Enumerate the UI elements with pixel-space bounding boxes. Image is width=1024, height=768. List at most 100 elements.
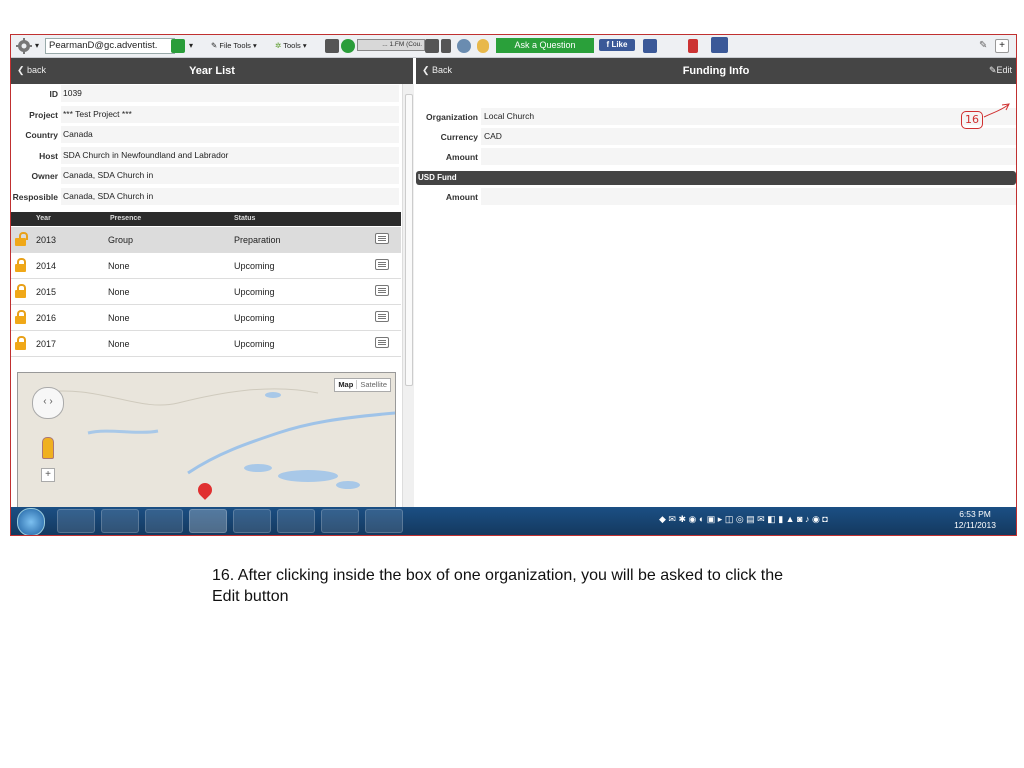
firefox-icon[interactable] [189,509,227,533]
status-cell: Preparation [234,235,281,245]
trash-icon[interactable] [688,39,698,53]
facebook-notify-icon[interactable] [711,37,728,53]
year-cell: 2015 [36,287,57,297]
year-cell: 2016 [36,313,57,323]
details-icon[interactable] [375,285,389,296]
zoom-in-button[interactable]: + [41,468,55,482]
weather-icon[interactable] [457,39,471,53]
field-value: Canada [61,126,399,143]
notes-icon[interactable] [145,509,183,533]
wrench-icon[interactable]: ✎ [979,38,987,54]
year-list-scrollbar[interactable] [402,84,414,507]
tools-menu[interactable]: ✲ Tools ▾ [275,38,307,54]
year-row[interactable]: 2015 None Upcoming [11,279,401,305]
street-view-icon[interactable] [42,437,54,459]
field-label: Host [39,150,58,161]
field-label: Project [29,109,58,120]
year-row[interactable]: 2013 Group Preparation [11,227,401,253]
edit-button[interactable]: ✎Edit [989,65,1012,76]
funding-info-header: ❮ Back Funding Info ✎Edit [416,58,1016,84]
powerpoint-icon[interactable] [365,509,403,533]
gear-icon[interactable] [15,37,33,54]
usd-fund-section-header: USD Fund [416,171,1016,185]
details-icon[interactable] [375,311,389,322]
play-icon[interactable] [341,39,355,53]
field-row: Amount [416,187,1016,206]
field-value: Canada, SDA Church in [61,167,399,184]
field-value: *** Test Project *** [61,105,399,123]
browser-toolbar: ▾ PearmanD@gc.adventist. ▾ ✎ File Tools … [11,35,1016,58]
currency-field[interactable]: CAD [481,128,1016,145]
volume-icon[interactable] [425,39,439,53]
map-type-satellite[interactable]: Satellite [356,380,390,389]
radio-station-field[interactable]: ... 1.FM (Cou. [357,39,425,51]
field-value: 1039 [61,85,399,102]
field-row: Amount [416,147,1016,166]
field-row: ID 1039 [11,84,401,105]
year-row[interactable]: 2017 None Upcoming [11,331,401,357]
column-header-status: Status [234,215,256,222]
outlook-icon[interactable] [101,509,139,533]
lock-icon [15,310,26,324]
field-label: Country [25,130,58,140]
field-row: Owner Canada, SDA Church in [11,166,401,187]
internet-explorer-icon[interactable] [233,509,271,533]
amount-field[interactable] [481,148,1016,165]
radio-icon[interactable] [325,39,339,53]
location-map[interactable]: ‹ › + Map Satellite [17,372,396,507]
project-fields: ID 1039 Project *** Test Project *** Count… [11,84,401,207]
year-list-header: ❮ back Year List [11,58,413,84]
clock-date: 12/11/2013 [954,520,996,530]
facebook-share-icon[interactable] [643,39,657,53]
ask-question-button[interactable]: Ask a Question [496,38,594,53]
field-label: Resposible [12,191,58,202]
lock-icon [15,258,26,272]
status-cell: Upcoming [234,261,275,271]
account-select[interactable]: PearmanD@gc.adventist. [45,38,175,54]
pan-control[interactable]: ‹ › [32,387,64,419]
status-cell: Upcoming [234,339,275,349]
media-player-icon[interactable] [57,509,95,533]
chevron-down-icon[interactable]: ▾ [35,38,39,54]
start-button-icon[interactable] [17,508,45,535]
year-row[interactable]: 2014 None Upcoming [11,253,401,279]
step-annotation: 16 [961,111,983,129]
facebook-like-button[interactable]: f Like [599,39,635,51]
field-label: Owner [31,171,58,181]
chat-icon[interactable] [477,39,489,53]
presence-cell: None [108,287,130,297]
rewind-icon[interactable] [441,39,451,53]
funding-info-title: Funding Info [682,65,750,77]
slide-caption: 16. After clicking inside the box of one… [212,567,783,605]
details-icon[interactable] [375,259,389,270]
skype-icon[interactable] [321,509,359,533]
column-header-presence: Presence [110,215,142,222]
system-clock[interactable]: 6:53 PM 12/11/2013 [954,509,996,531]
presence-cell: Group [108,235,134,245]
field-row: Country Canada [11,125,401,146]
field-label: Amount [445,192,478,202]
presence-cell: None [108,339,130,349]
field-value: SDA Church in Newfoundland and Labrador [61,146,399,164]
map-type-control[interactable]: Map Satellite [334,378,391,392]
add-icon[interactable]: + [995,39,1009,53]
organization-field[interactable]: Local Church [481,108,1016,125]
map-type-map[interactable]: Map [335,380,356,389]
lock-icon [15,284,26,298]
unlock-icon [15,232,28,246]
go-arrow-icon[interactable] [171,39,185,53]
field-label: Organization [426,112,478,122]
details-icon[interactable] [375,233,389,244]
system-tray-icons[interactable]: ◆ ✉ ✱ ◉ ◐ ▣ ▸ ◫ ◎ ▤ ✉ ◧ ▮ ▲ ◙ ♪ ◉ ◘ [659,514,828,525]
file-tools-menu[interactable]: ✎ File Tools ▾ [211,38,257,54]
file-explorer-icon[interactable] [277,509,315,533]
year-row[interactable]: 2016 None Upcoming [11,305,401,331]
field-value: Canada, SDA Church in [61,187,399,205]
year-table-header: Year Presence Status [11,212,401,226]
status-cell: Upcoming [234,287,275,297]
details-icon[interactable] [375,337,389,348]
usd-amount-field[interactable] [481,188,1016,205]
scroll-thumb[interactable] [405,94,413,386]
tools-label: Tools [283,41,301,50]
chevron-down-icon[interactable]: ▾ [189,38,193,54]
